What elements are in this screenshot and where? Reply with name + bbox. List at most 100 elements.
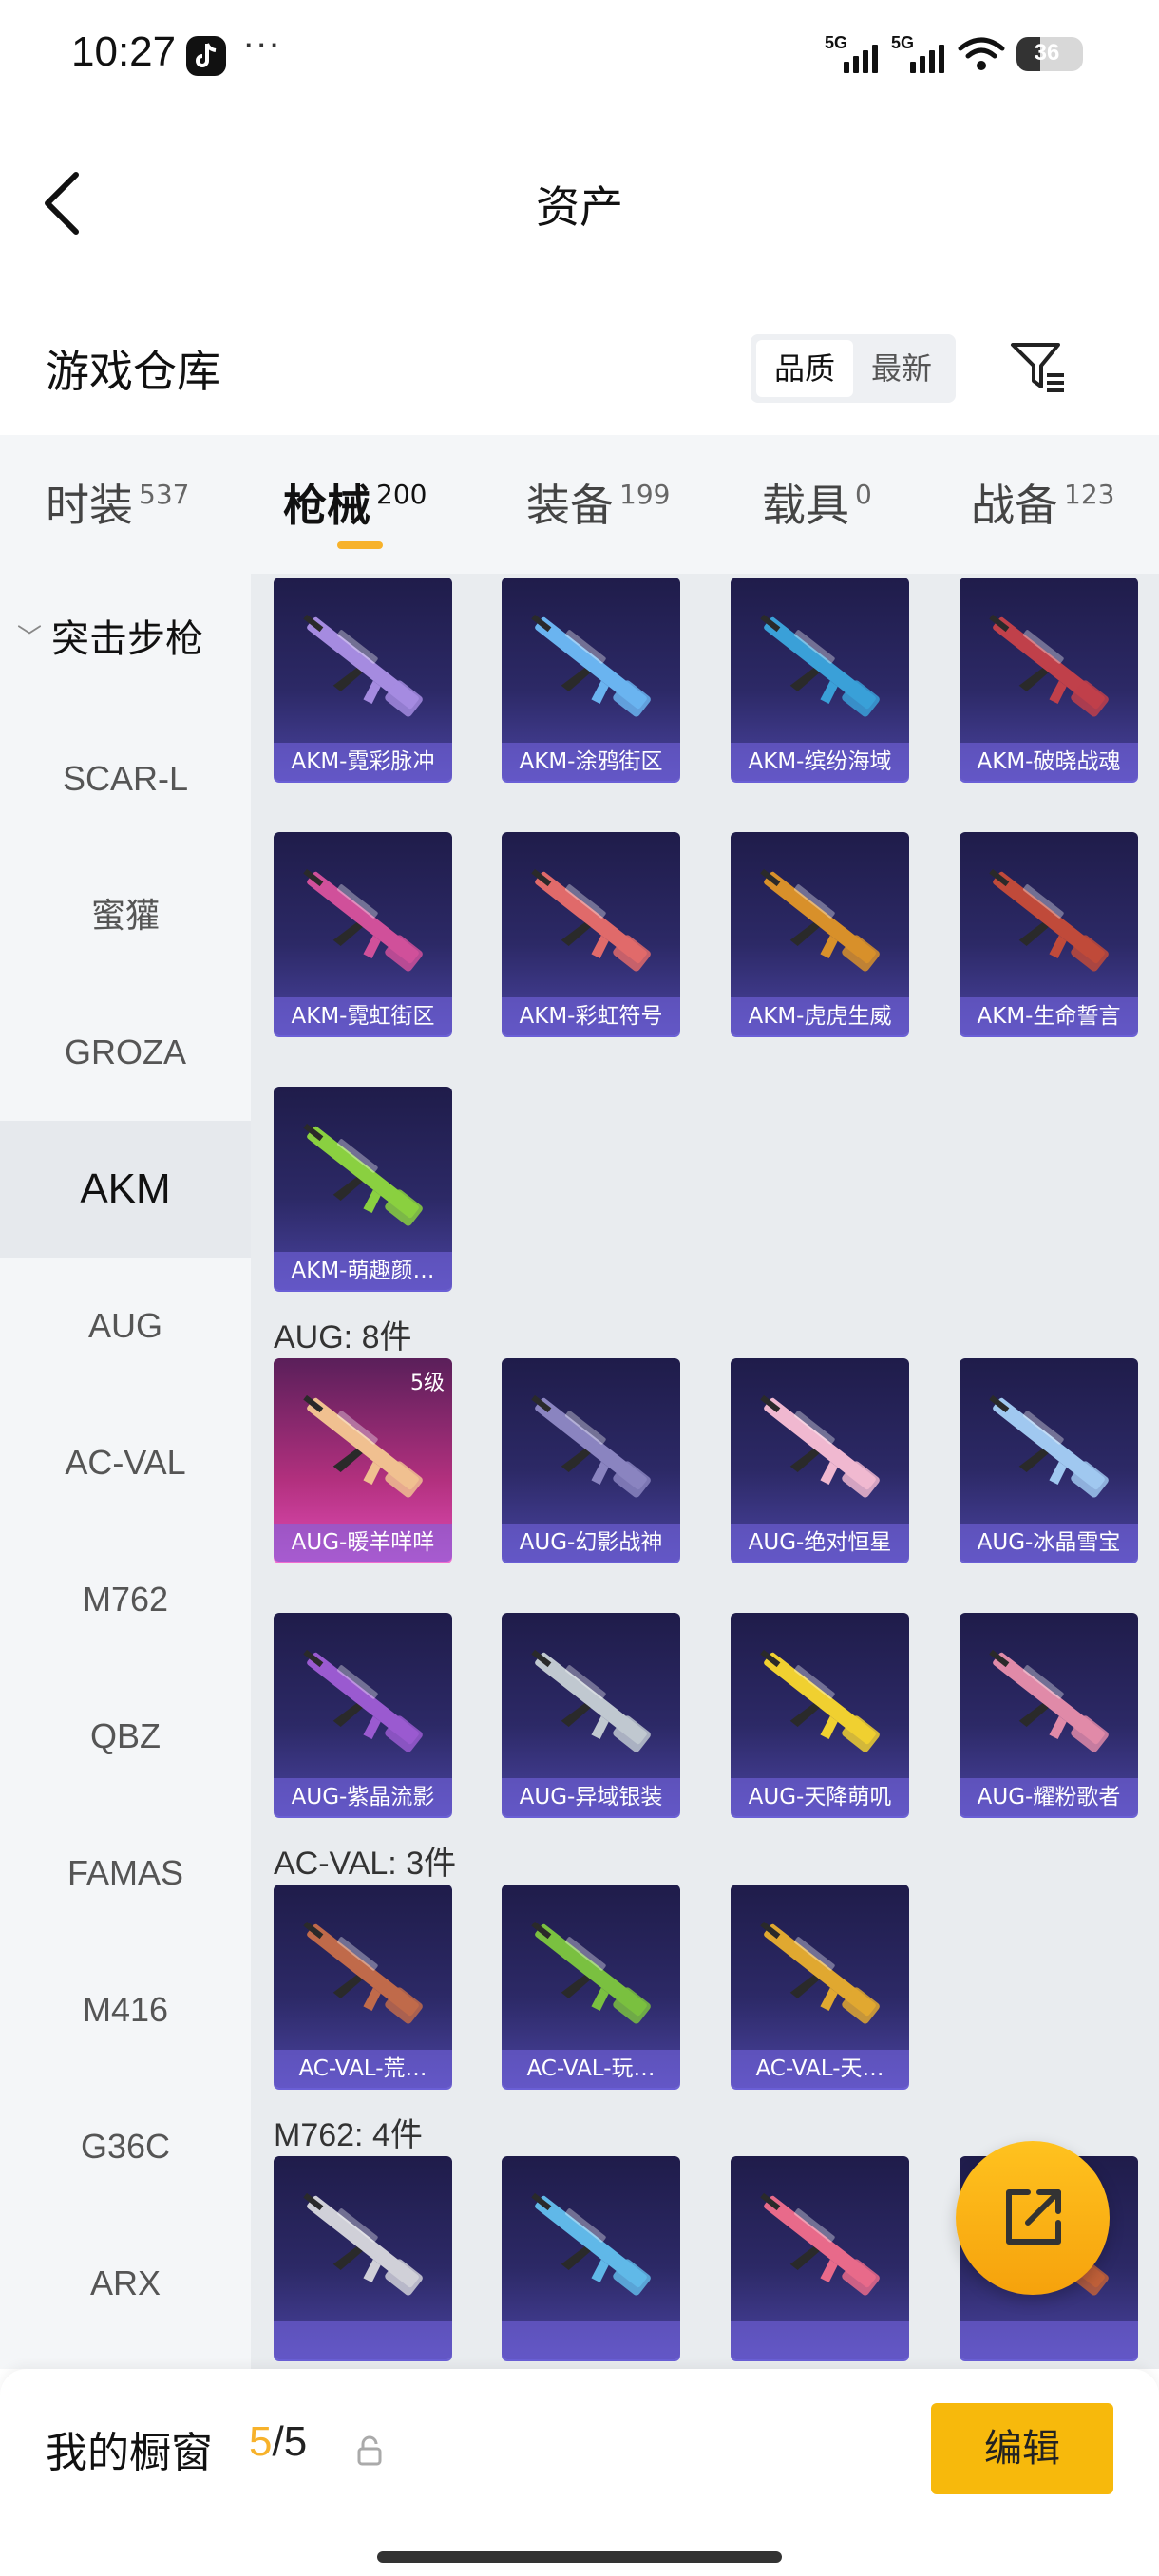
rifle-icon xyxy=(303,614,423,717)
weapon-skin-card[interactable]: AKM-虎虎生威 xyxy=(731,832,909,1035)
sidebar-item-aug[interactable]: AUG xyxy=(0,1258,251,1394)
sidebar-item-m416[interactable]: M416 xyxy=(0,1941,251,2078)
weapon-skin-card[interactable]: 5级 AUG-暖羊咩咩 xyxy=(274,1358,452,1562)
showcase-total: 5 xyxy=(283,2418,308,2465)
weapon-skin-name: AUG-天降萌叽 xyxy=(731,1778,909,1816)
weapon-skin-card[interactable] xyxy=(502,2156,680,2359)
active-tab-indicator xyxy=(337,541,383,549)
weapon-skin-card[interactable]: AKM-霓彩脉冲 xyxy=(274,578,452,781)
weapon-skin-card[interactable]: AUG-耀粉歌者 xyxy=(960,1613,1138,1816)
tab-count: 123 xyxy=(1064,479,1115,510)
weapon-skin-name: AKM-萌趣颜… xyxy=(274,1252,452,1290)
tab-fashion[interactable]: 时装 537 xyxy=(46,471,189,547)
weapon-skin-card[interactable]: AKM-生命誓言 xyxy=(960,832,1138,1035)
tab-label: 装备 xyxy=(526,480,614,531)
rifle-icon xyxy=(989,614,1109,717)
showcase-current: 5 xyxy=(249,2418,273,2465)
rifle-icon xyxy=(303,1394,423,1498)
page-title: 资产 xyxy=(536,181,623,233)
section-title: 游戏仓库 xyxy=(46,346,220,397)
sidebar-item--[interactable]: 蜜獾 xyxy=(0,847,251,984)
weapon-skin-card[interactable]: AUG-天降萌叽 xyxy=(731,1613,909,1816)
weapon-skin-card[interactable]: AKM-破晓战魂 xyxy=(960,578,1138,781)
sidebar-group-assault-rifles[interactable]: ﹀ 突击步枪 xyxy=(17,608,203,663)
weapon-skin-name: AUG-暖羊咩咩 xyxy=(274,1524,452,1562)
tab-count: 200 xyxy=(376,479,428,510)
weapon-skin-name: AC-VAL-荒… xyxy=(274,2050,452,2088)
sidebar-item-famas[interactable]: FAMAS xyxy=(0,1805,251,1941)
sidebar-item-g36c[interactable]: G36C xyxy=(0,2078,251,2215)
weapon-skin-name: AKM-生命誓言 xyxy=(960,997,1138,1035)
group-header: M762: 4件 xyxy=(274,2117,423,2153)
share-button[interactable] xyxy=(956,2141,1110,2295)
tab-count: 537 xyxy=(139,479,190,510)
tab-label: 枪械 xyxy=(283,480,370,531)
rifle-icon xyxy=(531,1921,651,2024)
rifle-icon xyxy=(531,614,651,717)
weapon-skin-card[interactable]: AC-VAL-荒… xyxy=(274,1885,452,2088)
weapon-skin-card[interactable]: AUG-冰晶雪宝 xyxy=(960,1358,1138,1562)
weapon-skin-card[interactable] xyxy=(731,2156,909,2359)
weapon-skin-card[interactable]: AUG-绝对恒星 xyxy=(731,1358,909,1562)
status-indicators: 5G 5G 36 xyxy=(825,30,1083,78)
chevron-down-icon: ﹀ xyxy=(17,624,43,653)
weapon-skin-name: AKM-彩虹符号 xyxy=(502,997,680,1035)
rifle-icon xyxy=(760,868,880,972)
sidebar-item-qbz[interactable]: QBZ xyxy=(0,1668,251,1805)
sidebar-item-ac-val[interactable]: AC-VAL xyxy=(0,1394,251,1531)
lock-icon xyxy=(357,2435,382,2466)
weapon-skin-name: AKM-破晓战魂 xyxy=(960,743,1138,781)
weapon-skin-name: AUG-耀粉歌者 xyxy=(960,1778,1138,1816)
weapon-skin-name: AKM-霓虹街区 xyxy=(274,997,452,1035)
weapon-skin-name: AUG-绝对恒星 xyxy=(731,1524,909,1562)
status-bar: 10:27 ··· 5G 5G 36 xyxy=(0,0,1159,114)
edit-button[interactable]: 编辑 xyxy=(931,2403,1113,2494)
weapon-skin-name: AKM-虎虎生威 xyxy=(731,997,909,1035)
weapon-skin-card[interactable]: AUG-紫晶流影 xyxy=(274,1613,452,1816)
weapon-skin-card[interactable]: AKM-霓虹街区 xyxy=(274,832,452,1035)
rifle-icon xyxy=(989,1649,1109,1752)
weapon-skin-card[interactable]: AUG-异域银装 xyxy=(502,1613,680,1816)
filter-icon[interactable] xyxy=(1007,337,1068,398)
group-header: AC-VAL: 3件 xyxy=(274,1846,457,1882)
weapon-skin-name: AC-VAL-玩… xyxy=(502,2050,680,2088)
group-header: AUG: 8件 xyxy=(274,1319,412,1355)
weapon-skin-card[interactable]: AKM-涂鸦街区 xyxy=(502,578,680,781)
sort-option-newest[interactable]: 最新 xyxy=(853,340,950,397)
weapon-skin-card[interactable]: AKM-彩虹符号 xyxy=(502,832,680,1035)
rifle-icon xyxy=(531,1649,651,1752)
signal-2-icon: 5G xyxy=(891,33,946,75)
tab-vehicles[interactable]: 载具 0 xyxy=(762,471,872,547)
weapon-skin-card[interactable]: AC-VAL-玩… xyxy=(502,1885,680,2088)
weapon-skin-name: AKM-霓彩脉冲 xyxy=(274,743,452,781)
sidebar-item-arx[interactable]: ARX xyxy=(0,2215,251,2352)
sidebar-item-scar-l[interactable]: SCAR-L xyxy=(0,710,251,847)
rifle-icon xyxy=(989,1394,1109,1498)
rifle-icon xyxy=(760,1394,880,1498)
sidebar-item-m762[interactable]: M762 xyxy=(0,1531,251,1668)
weapon-skin-card[interactable]: AKM-萌趣颜… xyxy=(274,1087,452,1290)
sort-option-quality[interactable]: 品质 xyxy=(756,340,853,397)
weapon-skin-card[interactable]: AKM-缤纷海域 xyxy=(731,578,909,781)
weapon-skin-card[interactable] xyxy=(274,2156,452,2359)
weapon-skin-name: AUG-幻影战神 xyxy=(502,1524,680,1562)
rifle-icon xyxy=(303,1921,423,2024)
weapon-skin-card[interactable]: AC-VAL-天… xyxy=(731,1885,909,2088)
tab-firearms[interactable]: 枪械 200 xyxy=(283,471,427,547)
sidebar-item-akm[interactable]: AKM xyxy=(0,1121,251,1258)
rifle-icon xyxy=(531,2192,651,2296)
weapon-skin-name: AUG-冰晶雪宝 xyxy=(960,1524,1138,1562)
rifle-icon xyxy=(531,868,651,972)
sort-toggle: 品质 最新 xyxy=(750,334,956,403)
weapon-skin-name xyxy=(502,2321,680,2359)
rifle-icon xyxy=(303,1123,423,1226)
signal-1-icon: 5G xyxy=(825,33,880,75)
tab-equipment[interactable]: 装备 199 xyxy=(526,471,670,547)
weapon-skin-card[interactable]: AUG-幻影战神 xyxy=(502,1358,680,1562)
rifle-icon xyxy=(303,2192,423,2296)
tab-supplies[interactable]: 战备 123 xyxy=(971,471,1114,547)
weapon-grid: AKM-霓彩脉冲 AKM-涂鸦街区 AKM-缤纷海域 AKM-破晓战魂 AKM-霓虹街区… xyxy=(251,574,1159,2369)
sidebar-item-groza[interactable]: GROZA xyxy=(0,984,251,1121)
rifle-icon xyxy=(760,2192,880,2296)
weapon-skin-name: AUG-紫晶流影 xyxy=(274,1778,452,1816)
